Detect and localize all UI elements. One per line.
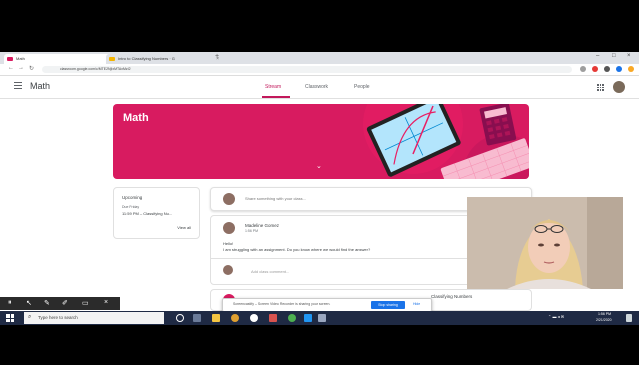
windows-taskbar: ⌕ Type here to search ⌃ ▬ ◂ ✉ 1:56 PM 2/… — [0, 311, 639, 325]
avatar — [223, 265, 233, 275]
app-icon[interactable] — [250, 314, 258, 322]
profile-icon[interactable] — [616, 66, 622, 72]
star-icon[interactable] — [580, 66, 586, 72]
hamburger-menu-icon[interactable] — [14, 82, 22, 89]
app-icon[interactable] — [304, 314, 312, 322]
pen-icon[interactable]: ✎ — [44, 299, 50, 307]
app-icon[interactable] — [231, 314, 239, 322]
webcam-person-image — [467, 197, 623, 289]
tab-label: Intro to Classifying Numbers · G — [118, 56, 175, 61]
hide-button[interactable]: Hide — [413, 302, 420, 306]
extension-icon[interactable] — [604, 66, 610, 72]
browser-tab-math[interactable]: Math × — [4, 54, 116, 64]
app-icon[interactable] — [269, 314, 277, 322]
tab-label: Math — [16, 56, 25, 61]
minimize-icon[interactable]: – — [596, 53, 599, 59]
apps-grid-icon[interactable] — [597, 84, 604, 91]
post-time: 1:56 PM — [245, 229, 259, 233]
url-input[interactable]: classroom.google.com/c/MTE2NjIxMTAxMzI2 — [42, 66, 572, 73]
classroom-favicon-icon — [7, 57, 13, 61]
avatar — [223, 222, 235, 234]
slides-favicon-icon — [109, 57, 115, 61]
maximize-icon[interactable]: □ — [612, 53, 616, 59]
chrome-icon[interactable] — [288, 314, 296, 322]
task-view-icon[interactable] — [193, 314, 201, 322]
new-tab-button[interactable]: + — [215, 53, 219, 60]
search-placeholder: Type here to search — [38, 315, 78, 320]
share-placeholder: Share something with your class... — [245, 196, 306, 201]
account-avatar[interactable] — [613, 81, 625, 93]
clock-date: 2/21/2020 — [596, 318, 612, 322]
clock-time: 1:56 PM — [598, 312, 612, 316]
class-title: Math — [30, 81, 51, 91]
class-comment-input[interactable]: Add class comment... — [251, 269, 289, 274]
tab-people[interactable]: People — [354, 84, 370, 90]
webcam-overlay — [467, 197, 623, 289]
windows-start-icon[interactable] — [6, 314, 14, 322]
post-title: Classifying Numbers — [431, 294, 473, 299]
tab-stream[interactable]: Stream — [265, 84, 281, 90]
avatar — [223, 193, 235, 205]
highlighter-icon[interactable]: ✐ — [62, 299, 68, 307]
stop-sharing-button[interactable]: Stop sharing — [371, 301, 405, 309]
file-explorer-icon[interactable] — [212, 314, 220, 322]
address-bar-row: ← → ↻ classroom.google.com/c/MTE2NjIxMTA… — [0, 64, 639, 76]
taskbar-search-input[interactable]: ⌕ Type here to search — [24, 312, 164, 324]
reload-icon[interactable]: ↻ — [29, 65, 34, 72]
close-toolbar-icon[interactable]: × — [104, 299, 108, 306]
app-icon[interactable] — [318, 314, 326, 322]
screen: Math × Intro to Classifying Numbers · G … — [0, 52, 639, 325]
post-author: Madeline Gomez — [245, 223, 280, 228]
class-banner: Math ⌄ — [113, 104, 529, 179]
pause-icon[interactable]: ⏸ — [8, 299, 12, 307]
post-body-line: I am struggling with an assignment. Do y… — [223, 247, 371, 252]
tab-classwork[interactable]: Classwork — [305, 84, 328, 90]
forward-icon[interactable]: → — [18, 65, 24, 71]
upcoming-due: Due Friday — [122, 205, 140, 209]
notification-center-icon[interactable] — [626, 314, 632, 322]
upcoming-card: Upcoming Due Friday 11:59 PM – Classifyi… — [113, 187, 200, 239]
back-icon[interactable]: ← — [8, 65, 14, 71]
window-close-icon[interactable]: × — [627, 53, 631, 59]
view-all-link[interactable]: View all — [177, 225, 191, 230]
menu-dots-icon[interactable] — [628, 66, 634, 72]
classroom-header: Math Stream Classwork People — [0, 76, 639, 99]
drawing-toolbar: ⏸ ↖ ✎ ✐ ▭ × — [0, 297, 120, 310]
browser-tab-bar: Math × Intro to Classifying Numbers · G … — [0, 52, 639, 64]
upcoming-item-link[interactable]: 11:59 PM – Classifying Nu... — [122, 211, 172, 216]
eraser-icon[interactable]: ▭ — [82, 299, 89, 307]
upcoming-heading: Upcoming — [122, 195, 143, 200]
post-body-line: Hello! — [223, 241, 234, 246]
cursor-icon[interactable]: ↖ — [26, 299, 32, 307]
extension-icon[interactable] — [592, 66, 598, 72]
chevron-down-icon[interactable]: ⌄ — [316, 162, 322, 170]
cortana-icon[interactable] — [176, 314, 184, 322]
active-tab-indicator — [262, 96, 290, 98]
system-tray-icons[interactable]: ⌃ ▬ ◂ ✉ — [548, 314, 564, 319]
notification-message: Screencastify – Screen Video Recorder is… — [233, 302, 331, 306]
browser-tab-slides[interactable]: Intro to Classifying Numbers · G × — [106, 54, 222, 64]
screen-sharing-notification: Screencastify – Screen Video Recorder is… — [222, 298, 432, 312]
search-icon: ⌕ — [28, 314, 32, 320]
